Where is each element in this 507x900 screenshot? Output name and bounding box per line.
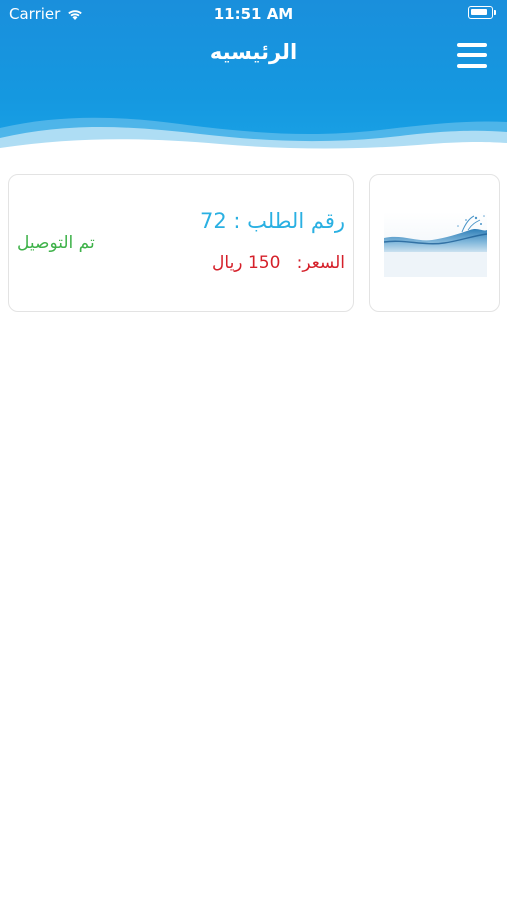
order-image-card [369,174,500,312]
order-status: تم التوصيل [17,233,95,253]
order-info-card: رقم الطلب : 72 السعر: 150 ريال تم التوصي… [8,174,354,312]
water-splash-image [384,212,487,277]
battery-body [468,6,493,19]
header: Carrier 11:51 AM الرئيسيه [0,0,507,160]
battery-tip [494,10,496,15]
price-currency: ريال [212,253,243,273]
status-bar: Carrier 11:51 AM [0,0,507,28]
wave-decoration [0,117,507,160]
order-list-item[interactable]: رقم الطلب : 72 السعر: 150 ريال تم التوصي… [8,174,500,312]
app-screen: Carrier 11:51 AM الرئيسيه رقم الطلب: 72… [0,0,507,900]
price-label: السعر: [296,253,345,273]
battery-fill [471,9,487,15]
menu-button[interactable] [455,40,489,70]
battery-icon [468,6,498,20]
status-time: 11:51 AM [213,5,294,23]
page-title: الرئيسيه [209,40,298,64]
order-price: السعر: 150 ريال [212,253,345,273]
order-number: رقم الطلب : 72 [199,209,345,233]
price-value: 150 [247,253,281,273]
